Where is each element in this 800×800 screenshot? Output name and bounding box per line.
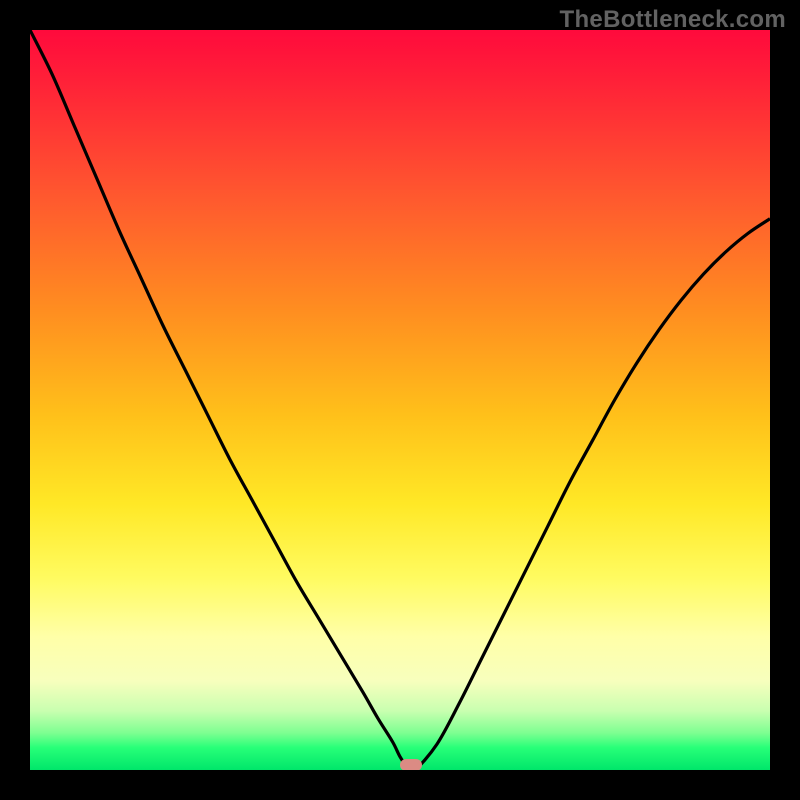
curve-path [30, 30, 770, 770]
minimum-marker [400, 759, 422, 770]
chart-frame: TheBottleneck.com [0, 0, 800, 800]
bottleneck-curve [30, 30, 770, 770]
watermark-text: TheBottleneck.com [560, 6, 786, 34]
plot-area [30, 30, 770, 770]
